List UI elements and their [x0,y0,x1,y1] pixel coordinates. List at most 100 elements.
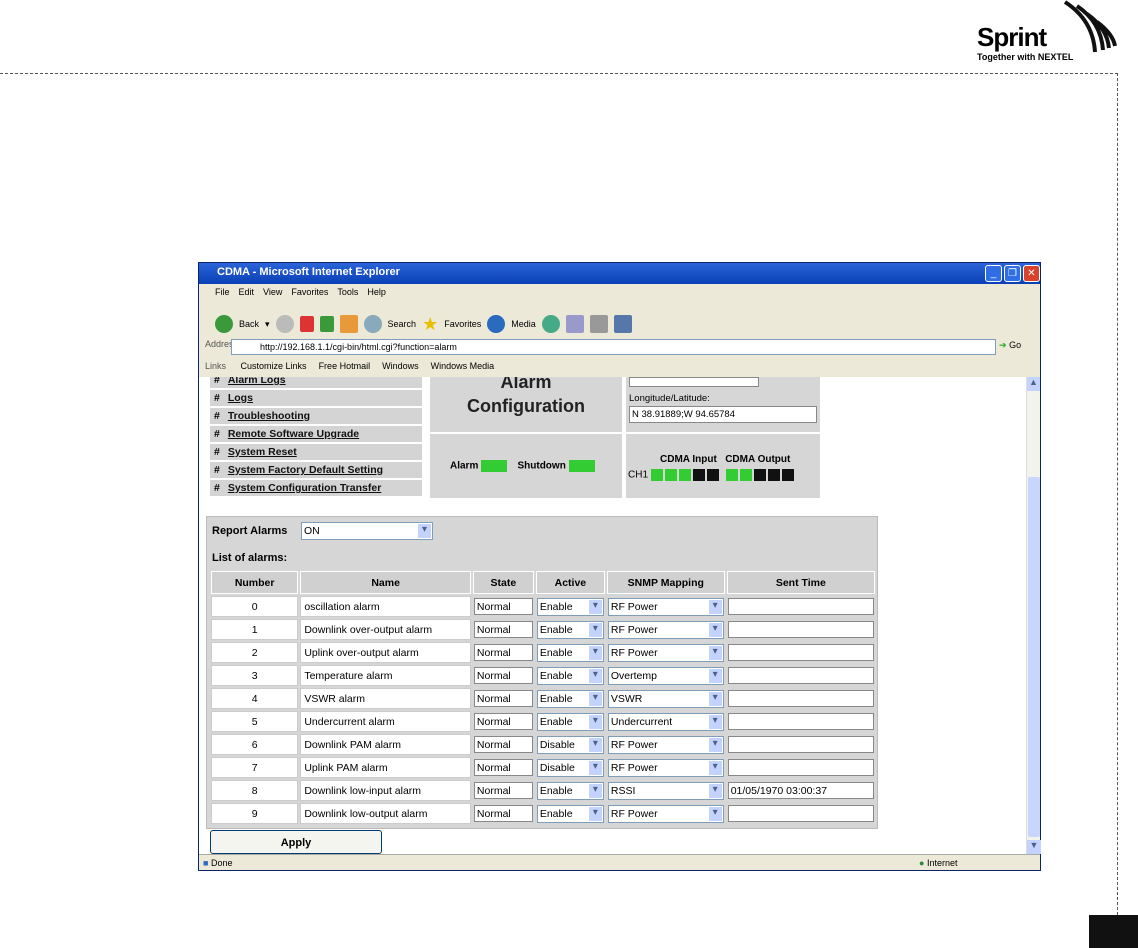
back-button[interactable]: Back [239,319,259,329]
link-windows-media[interactable]: Windows Media [431,361,495,371]
active-select[interactable]: Enable [536,781,604,800]
media-button[interactable]: Media [511,319,536,329]
bullet: # [214,464,220,476]
go-button[interactable]: ➔ Go [999,340,1021,351]
sent-time-field[interactable] [727,621,874,638]
snmp-select[interactable]: RSSI [607,781,724,800]
sidebar-link[interactable]: System Reset [228,446,297,458]
active-value: Enable [539,715,573,728]
active-select[interactable]: Enable [536,597,604,616]
sent-time-field[interactable] [727,713,874,730]
edit-icon[interactable] [613,315,632,333]
bullet: # [214,446,220,458]
maximize-button[interactable]: ❐ [1004,265,1021,282]
menu-favorites[interactable]: Favorites [291,287,328,297]
cdma-input-led [664,469,677,481]
cdma-output-led [740,469,753,481]
sidebar-link[interactable]: System Configuration Transfer [228,482,381,494]
media-icon[interactable] [487,315,506,333]
forward-icon[interactable] [275,315,294,333]
favorites-button[interactable]: Favorites [444,319,481,329]
home-icon[interactable] [339,315,358,333]
back-icon[interactable] [215,315,233,333]
lonlat-label: Longitude/Latitude: [629,393,710,404]
snmp-select[interactable]: Undercurrent [607,712,724,731]
scrollbar[interactable]: ▲ ▼ [1026,377,1041,854]
snmp-select[interactable]: RF Power [607,758,724,777]
alarm-number: 8 [211,780,299,801]
sent-time-field[interactable] [727,667,874,684]
menu-help[interactable]: Help [367,287,386,297]
snmp-select[interactable]: RF Power [607,620,724,639]
sidebar-link[interactable]: Logs [228,392,253,404]
snmp-select[interactable]: VSWR [607,689,724,708]
sent-time-field[interactable] [727,690,874,707]
address-input[interactable]: http://192.168.1.1/cgi-bin/html.cgi?func… [231,339,996,355]
status-zone: Internet [926,858,958,868]
sent-time-field[interactable]: 01/05/1970 03:00:37 [727,782,874,799]
alarm-name: Uplink PAM alarm [300,757,471,778]
menu-file[interactable]: File [215,287,230,297]
active-select[interactable]: Enable [536,643,604,662]
minimize-button[interactable]: _ [985,265,1002,282]
shutdown-indicator [568,460,595,472]
active-select[interactable]: Enable [536,804,604,823]
active-select[interactable]: Enable [536,620,604,639]
state-field: Normal [473,667,533,684]
sent-time-field[interactable] [727,644,874,661]
sent-time-field[interactable] [727,759,874,776]
snmp-select[interactable]: RF Power [607,804,724,823]
menu-view[interactable]: View [263,287,282,297]
bullet: # [214,428,220,440]
alarm-name: Uplink over-output alarm [300,642,471,663]
refresh-icon[interactable] [319,316,334,332]
snmp-value: RF Power [610,646,658,659]
active-value: Enable [539,807,573,820]
link-hotmail[interactable]: Free Hotmail [319,361,371,371]
snmp-select[interactable]: RF Power [607,643,724,662]
sent-time-field[interactable] [727,805,874,822]
cdma-input-led [650,469,663,481]
sidebar-link[interactable]: Remote Software Upgrade [228,428,359,440]
active-select[interactable]: Enable [536,712,604,731]
snmp-select[interactable]: RF Power [607,735,724,754]
active-select[interactable]: Enable [536,689,604,708]
report-alarms-select[interactable]: ON [301,522,433,540]
snmp-value: Undercurrent [610,715,673,728]
scroll-up-icon[interactable]: ▲ [1027,377,1040,391]
column-header: Sent Time [726,571,875,594]
table-row: 1 Downlink over-output alarm Normal Enab… [211,619,875,640]
link-windows[interactable]: Windows [382,361,419,371]
scroll-thumb[interactable] [1028,477,1040,837]
sidebar-link[interactable]: System Factory Default Setting [228,464,383,476]
sidebar-link[interactable]: Alarm Logs [228,377,286,386]
active-select[interactable]: Disable [536,758,604,777]
sidebar-link[interactable]: Troubleshooting [228,410,310,422]
scroll-down-icon[interactable]: ▼ [1027,840,1041,854]
lonlat-input[interactable]: N 38.91889;W 94.65784 [629,406,817,423]
print-icon[interactable] [589,315,608,333]
snmp-select[interactable]: RF Power [607,597,724,616]
favorites-icon[interactable]: ★ [422,314,438,335]
menu-tools[interactable]: Tools [337,287,358,297]
mail-icon[interactable] [565,315,584,333]
history-icon[interactable] [541,315,560,333]
search-button[interactable]: Search [388,319,417,329]
snmp-select[interactable]: Overtemp [607,666,724,685]
menu-edit[interactable]: Edit [239,287,255,297]
close-button[interactable]: ✕ [1023,265,1040,282]
active-select[interactable]: Enable [536,666,604,685]
active-select[interactable]: Disable [536,735,604,754]
alarm-number: 0 [211,596,299,617]
link-customize[interactable]: Customize Links [241,361,307,371]
stop-icon[interactable] [299,316,314,332]
sent-time-field[interactable] [727,736,874,753]
site-field[interactable] [629,377,759,387]
sent-time-field[interactable] [727,598,874,615]
apply-button[interactable]: Apply [210,830,382,854]
search-icon[interactable] [363,315,382,333]
state-field: Normal [473,736,533,753]
active-value: Disable [539,761,575,774]
alarm-indicator [481,460,508,472]
table-row: 5 Undercurrent alarm Normal Enable Under… [211,711,875,732]
